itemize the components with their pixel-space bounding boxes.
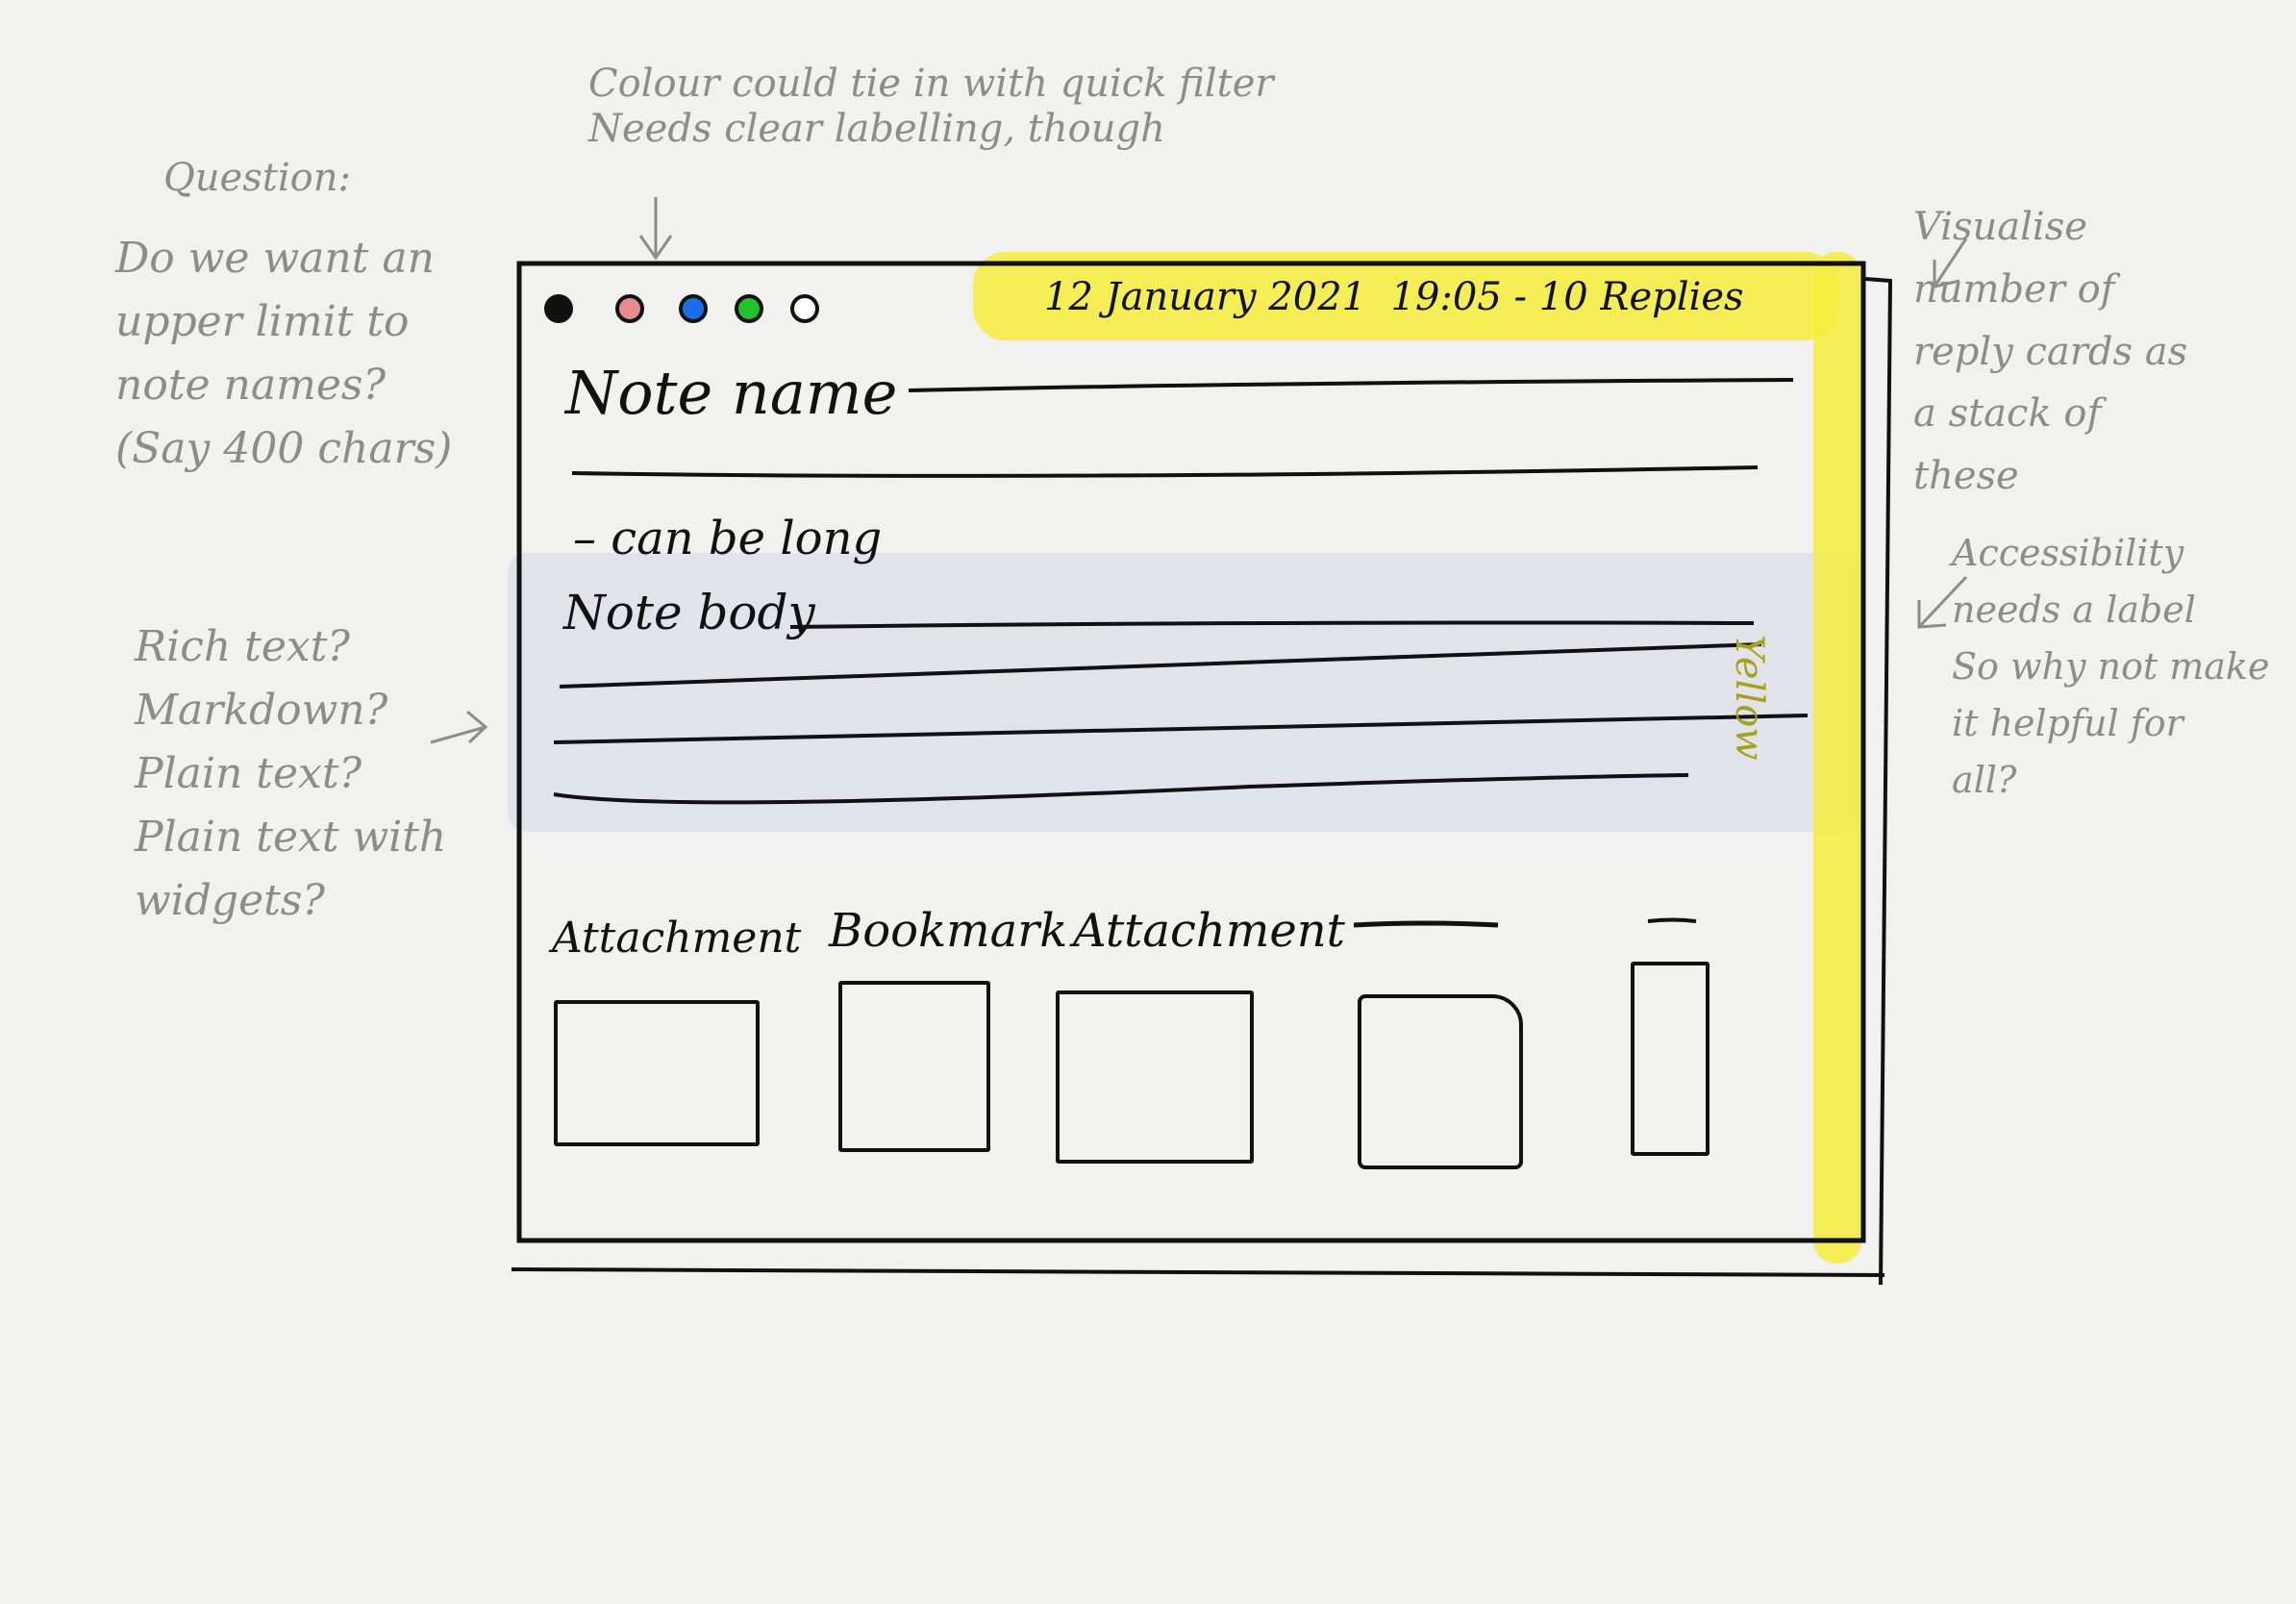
attachment-label: Attachment bbox=[552, 914, 802, 963]
question-note: Do we want an upper limit to note names?… bbox=[115, 234, 453, 473]
attachment-thumbnail[interactable] bbox=[1631, 962, 1710, 1156]
note-name-hint: – can be long bbox=[573, 512, 883, 565]
formatting-note: Rich text? Markdown? Plain text? Plain t… bbox=[135, 622, 447, 925]
bookmark-label: Bookmark bbox=[829, 904, 1068, 958]
colour-swatch-pink[interactable] bbox=[615, 294, 644, 323]
note-body-label: Note body bbox=[563, 585, 815, 640]
colour-label: Yellow bbox=[1727, 635, 1771, 761]
replies-note: Visualise number of reply cards as a sta… bbox=[1913, 205, 2188, 499]
attachment-thumbnail[interactable] bbox=[1358, 994, 1523, 1169]
title-line bbox=[571, 465, 1759, 478]
attachment-label: Attachment bbox=[1073, 904, 1345, 958]
note-name-label: Note name bbox=[565, 358, 898, 428]
colour-swatch-green[interactable] bbox=[735, 294, 763, 323]
arrow-icon bbox=[638, 197, 673, 261]
bookmark-thumbnail[interactable] bbox=[838, 981, 990, 1152]
title-line bbox=[908, 378, 1794, 392]
attachment-thumbnail[interactable] bbox=[1056, 990, 1254, 1164]
colour-swatch-black[interactable] bbox=[544, 294, 573, 323]
accessibility-note: Accessibility needs a label So why not m… bbox=[1952, 532, 2270, 801]
note-header: 12 January 2021 19:05 - 10 Replies bbox=[1044, 275, 1744, 319]
colour-swatch-white[interactable] bbox=[790, 294, 819, 323]
question-title: Question: bbox=[163, 156, 351, 200]
colour-side-highlight bbox=[1813, 252, 1861, 1264]
attachment-thumbnail[interactable] bbox=[554, 1000, 760, 1146]
attachment-label-line bbox=[1353, 920, 1499, 928]
colour-note: Colour could tie in with quick filter Ne… bbox=[588, 62, 1274, 152]
attachment-label-line bbox=[1647, 917, 1697, 923]
colour-swatch-blue[interactable] bbox=[679, 294, 708, 323]
